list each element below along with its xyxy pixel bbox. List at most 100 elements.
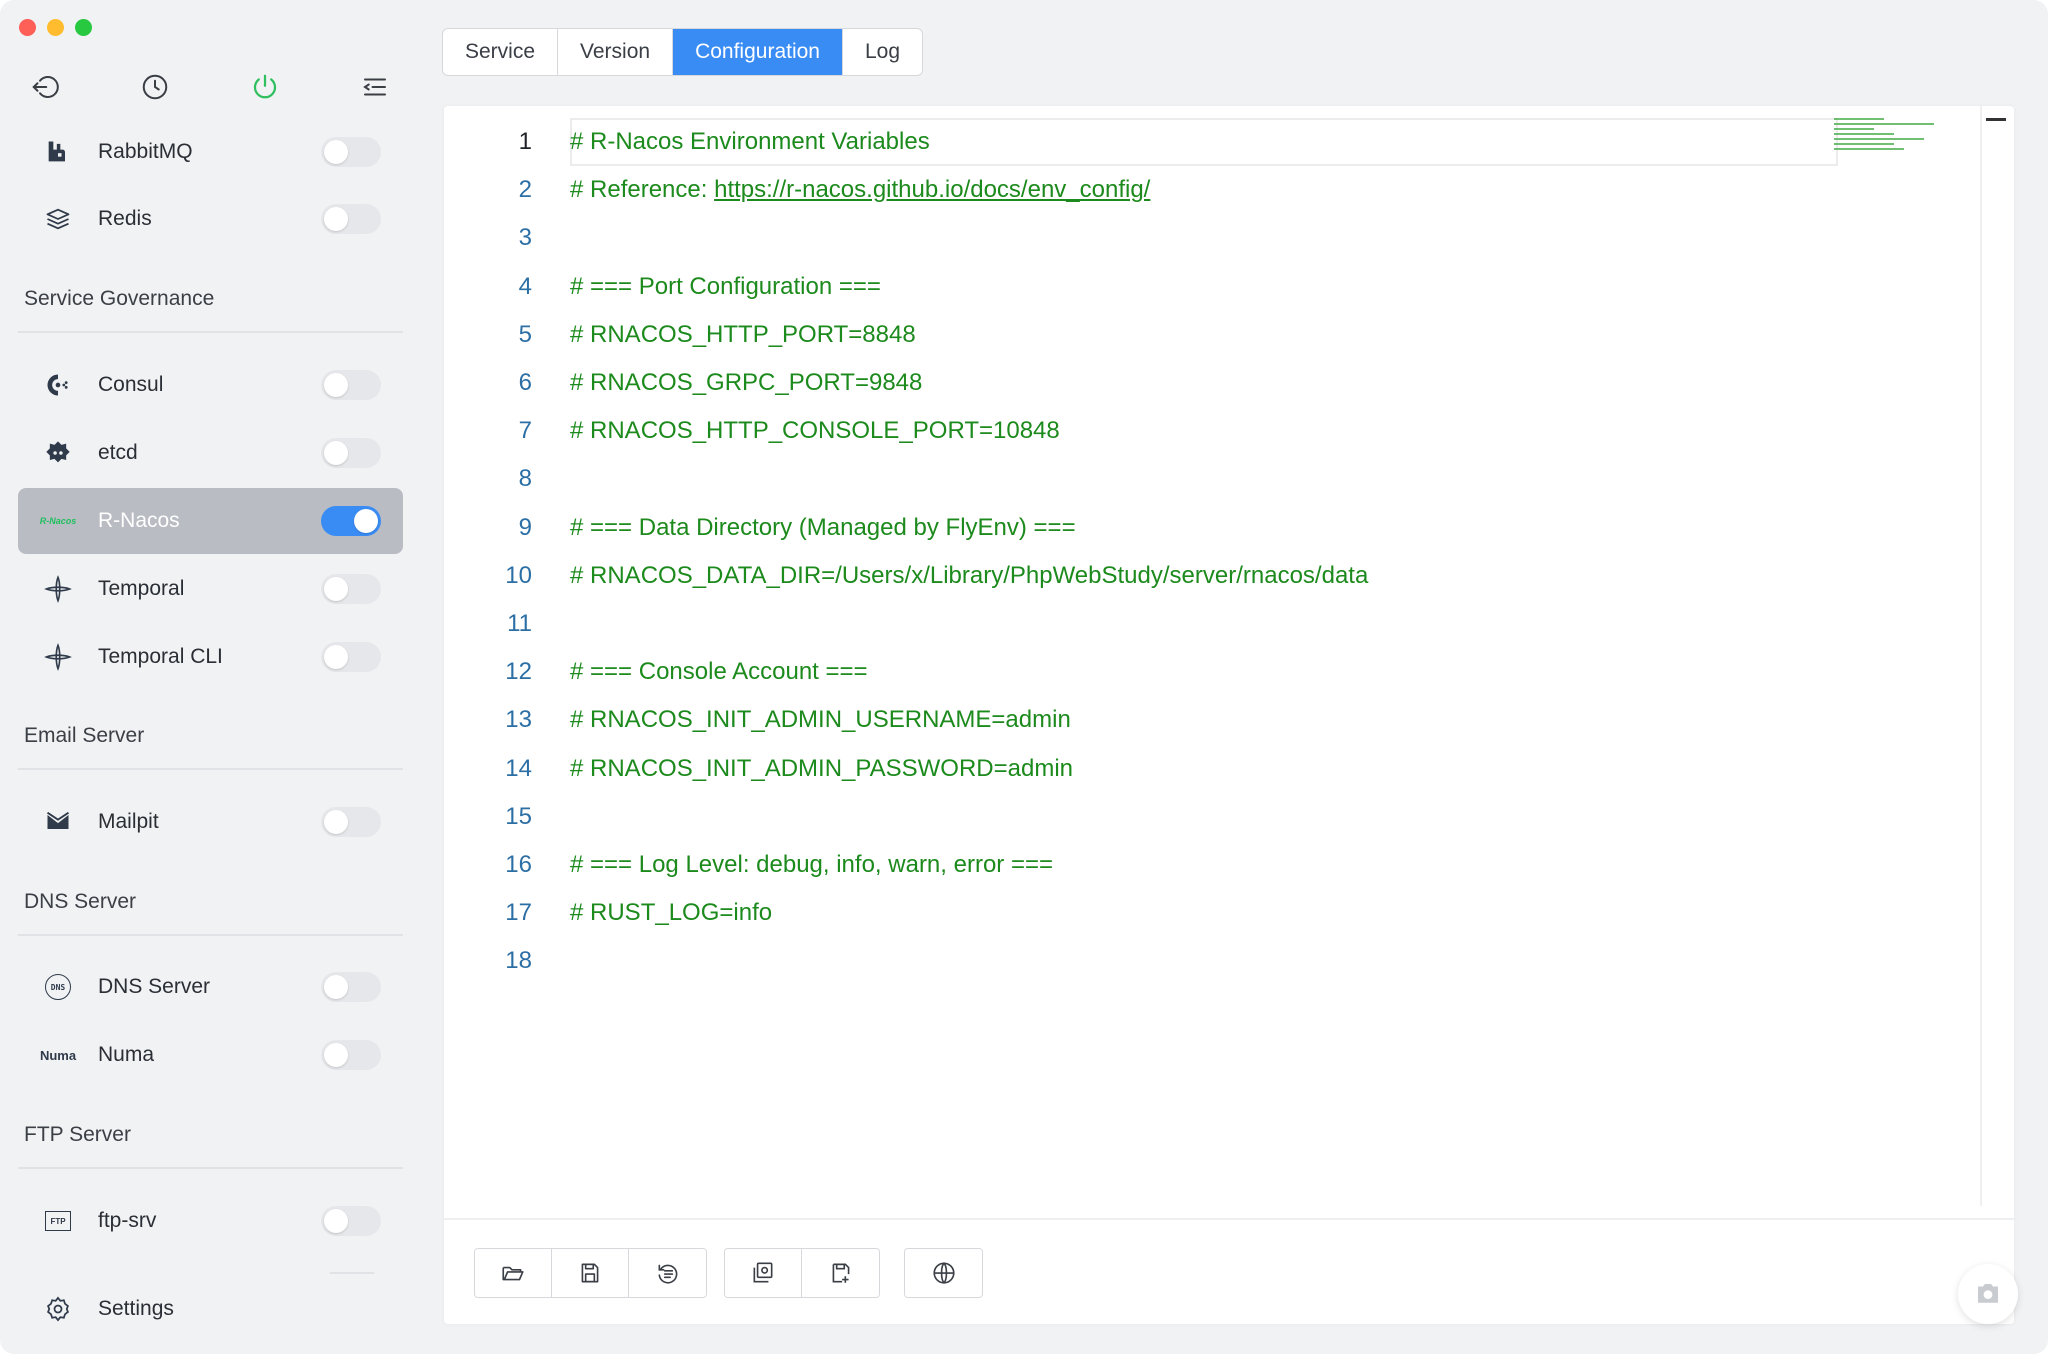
group-title-service-governance: Service Governance bbox=[24, 287, 215, 310]
line-number: 2 bbox=[518, 176, 532, 204]
code-line[interactable]: 14 # RNACOS_INIT_ADMIN_PASSWORD=admin bbox=[444, 745, 1844, 793]
open-folder-button[interactable] bbox=[475, 1249, 552, 1297]
editor-scrollbar[interactable] bbox=[1980, 106, 1982, 1206]
rnacos-icon: R-Nacos bbox=[39, 516, 77, 526]
save-custom-button[interactable] bbox=[802, 1249, 879, 1297]
line-number: 17 bbox=[505, 899, 532, 927]
service-toggle[interactable] bbox=[321, 972, 381, 1002]
line-number: 3 bbox=[518, 224, 532, 252]
code-text: # Reference: https://r-nacos.github.io/d… bbox=[570, 176, 1150, 204]
reset-button[interactable] bbox=[629, 1249, 706, 1297]
camera-icon bbox=[1978, 1284, 1998, 1303]
menu-collapse-icon[interactable] bbox=[358, 70, 392, 104]
service-toggle[interactable] bbox=[321, 574, 381, 604]
code-editor[interactable]: 1 # R-Nacos Environment Variables 2 # Refer… bbox=[444, 106, 1980, 1218]
code-comment: # R-Nacos Environment Variables bbox=[570, 128, 930, 155]
code-line[interactable]: 6 # RNACOS_GRPC_PORT=9848 bbox=[444, 359, 1844, 407]
line-number: 4 bbox=[518, 272, 532, 300]
code-comment: # Reference: bbox=[570, 176, 715, 204]
code-comment: # === Log Level: debug, info, warn, erro… bbox=[570, 851, 1053, 878]
temporal-icon bbox=[18, 575, 98, 603]
editor-minimap[interactable] bbox=[1834, 118, 1944, 168]
tab-log[interactable]: Log bbox=[843, 29, 922, 75]
file-toolbar-group bbox=[474, 1248, 707, 1298]
code-text: # RUST_LOG=info bbox=[570, 899, 772, 927]
sidebar-item-redis[interactable]: Redis bbox=[18, 186, 403, 252]
code-line[interactable]: 8 bbox=[444, 455, 1844, 503]
save-button[interactable] bbox=[552, 1249, 629, 1297]
code-line[interactable]: 11 bbox=[444, 600, 1844, 648]
line-number: 7 bbox=[518, 417, 532, 445]
ftp-icon: FTP bbox=[18, 1211, 98, 1231]
line-number: 10 bbox=[505, 561, 532, 589]
sidebar-item-temporal-cli[interactable]: Temporal CLI bbox=[18, 624, 403, 690]
service-toggle[interactable] bbox=[321, 1206, 381, 1236]
service-toggle[interactable] bbox=[321, 807, 381, 837]
service-toggle[interactable] bbox=[321, 370, 381, 400]
screenshot-button[interactable] bbox=[1958, 1264, 2018, 1324]
open-web-button[interactable] bbox=[905, 1249, 982, 1297]
code-line[interactable]: 18 bbox=[444, 937, 1844, 985]
code-line[interactable]: 5 # RNACOS_HTTP_PORT=8848 bbox=[444, 311, 1844, 359]
group-title-email-server: Email Server bbox=[24, 724, 145, 747]
load-custom-button[interactable] bbox=[725, 1249, 802, 1297]
group-divider bbox=[18, 934, 403, 936]
code-text: # R-Nacos Environment Variables bbox=[570, 128, 930, 156]
load-custom-icon bbox=[753, 1262, 773, 1283]
line-number: 8 bbox=[518, 465, 532, 493]
line-number: 15 bbox=[505, 802, 532, 830]
code-text: # RNACOS_INIT_ADMIN_PASSWORD=admin bbox=[570, 755, 1073, 783]
code-line[interactable]: 7 # RNACOS_HTTP_CONSOLE_PORT=10848 bbox=[444, 407, 1844, 455]
sidebar-item-temporal[interactable]: Temporal bbox=[18, 556, 403, 622]
sidebar-item-ftp-srv[interactable]: FTP ftp-srv bbox=[18, 1188, 403, 1254]
code-line[interactable]: 12 # === Console Account === bbox=[444, 648, 1844, 696]
sidebar-item-dns-server[interactable]: DNS DNS Server bbox=[18, 954, 403, 1020]
code-line[interactable]: 3 bbox=[444, 214, 1844, 262]
code-line[interactable]: 4 # === Port Configuration === bbox=[444, 263, 1844, 311]
service-toggle[interactable] bbox=[321, 204, 381, 234]
line-number: 14 bbox=[505, 754, 532, 782]
sidebar-item-numa[interactable]: Numa Numa bbox=[18, 1022, 403, 1088]
code-line[interactable]: 10 # RNACOS_DATA_DIR=/Users/x/Library/Php… bbox=[444, 552, 1844, 600]
sidebar-item-rnacos[interactable]: R-Nacos R-Nacos bbox=[18, 488, 403, 554]
tab-service[interactable]: Service bbox=[443, 29, 559, 75]
code-text: # RNACOS_INIT_ADMIN_USERNAME=admin bbox=[570, 706, 1071, 734]
temporal-cli-icon bbox=[18, 643, 98, 671]
sidebar-item-consul[interactable]: Consul bbox=[18, 352, 403, 418]
service-toggle[interactable] bbox=[321, 642, 381, 672]
service-toggle[interactable] bbox=[321, 438, 381, 468]
code-line[interactable]: 1 # R-Nacos Environment Variables bbox=[444, 118, 1844, 166]
code-line[interactable]: 16 # === Log Level: debug, info, warn, er… bbox=[444, 841, 1844, 889]
save-icon bbox=[581, 1263, 599, 1283]
group-divider bbox=[18, 1167, 403, 1169]
clock-icon[interactable] bbox=[138, 70, 172, 104]
sidebar-item-settings[interactable]: Settings bbox=[18, 1276, 403, 1342]
rabbitmq-icon bbox=[18, 138, 98, 166]
code-line[interactable]: 15 bbox=[444, 793, 1844, 841]
line-number: 11 bbox=[507, 610, 532, 637]
power-icon[interactable] bbox=[248, 70, 282, 104]
code-line[interactable]: 13 # RNACOS_INIT_ADMIN_USERNAME=admin bbox=[444, 696, 1844, 744]
reference-link[interactable]: https://r-nacos.github.io/docs/env_confi… bbox=[714, 176, 1150, 203]
back-icon[interactable] bbox=[28, 70, 62, 104]
sidebar-top-toolbar bbox=[28, 70, 398, 104]
sidebar-item-rabbitmq[interactable]: RabbitMQ bbox=[18, 119, 403, 185]
code-comment: # RNACOS_DATA_DIR=/Users/x/Library/PhpWe… bbox=[570, 561, 1369, 589]
service-toggle[interactable] bbox=[321, 137, 381, 167]
scroll-position-marker bbox=[1986, 118, 2006, 121]
service-toggle[interactable] bbox=[321, 506, 381, 536]
tab-configuration[interactable]: Configuration bbox=[673, 29, 843, 75]
code-comment: # RNACOS_HTTP_PORT=8848 bbox=[570, 320, 916, 348]
service-toggle[interactable] bbox=[321, 1040, 381, 1070]
code-text: # RNACOS_HTTP_PORT=8848 bbox=[570, 321, 916, 349]
code-line[interactable]: 17 # RUST_LOG=info bbox=[444, 889, 1844, 937]
code-text: # RNACOS_GRPC_PORT=9848 bbox=[570, 369, 922, 397]
sidebar-item-mailpit[interactable]: Mailpit bbox=[18, 789, 403, 855]
sidebar-item-etcd[interactable]: etcd bbox=[18, 420, 403, 486]
group-title-ftp-server: FTP Server bbox=[24, 1123, 131, 1146]
code-line[interactable]: 9 # === Data Directory (Managed by FlyEnv… bbox=[444, 504, 1844, 552]
code-line[interactable]: 2 # Reference: https://r-nacos.github.io/… bbox=[444, 166, 1844, 214]
dns-icon: DNS bbox=[18, 974, 98, 1000]
scroll-divider bbox=[330, 1272, 374, 1274]
tab-version[interactable]: Version bbox=[558, 29, 674, 75]
